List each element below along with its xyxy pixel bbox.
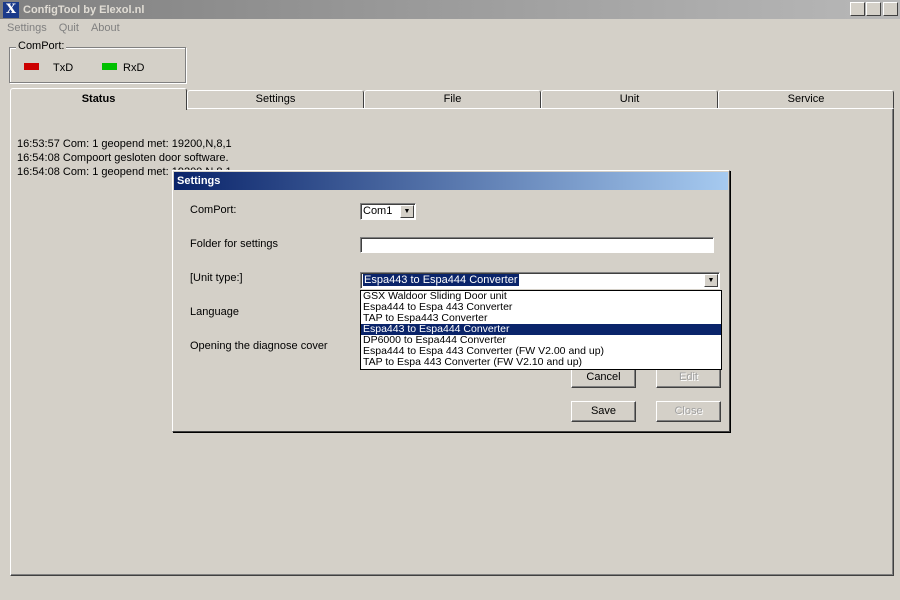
comport-select[interactable]: Com1 ▼ [360,203,416,220]
comport-groupbox: ComPort: TxD RxD [9,40,186,83]
menu-about[interactable]: About [83,22,124,34]
tab-status[interactable]: Status [10,88,187,110]
minimize-button[interactable]: _ [850,2,865,16]
chevron-down-icon[interactable]: ▼ [704,274,718,287]
dialog-title: Settings [174,172,728,190]
comport-value: Com1 [363,205,393,217]
unit-type-value: Espa443 to Espa444 Converter [363,274,519,286]
menu-bar: Settings Quit About [0,19,124,36]
rxd-indicator-icon [102,63,117,70]
unit-type-dropdown-list: GSX Waldoor Sliding Door unit Espa444 to… [360,290,722,370]
window-title: ConfigTool by Elexol.nl [23,3,145,16]
tab-settings[interactable]: Settings [187,90,364,109]
folder-input[interactable] [360,237,714,253]
window-titlebar: X ConfigTool by Elexol.nl _ □ × [0,0,900,19]
language-label: Language [190,306,239,318]
log-line: 16:53:57 Com: 1 geopend met: 19200,N,8,1 [17,138,232,150]
comport-label: ComPort: [190,204,237,216]
tab-file[interactable]: File [364,90,541,109]
unit-type-label: [Unit type:] [190,272,243,284]
menu-settings[interactable]: Settings [0,22,51,34]
rxd-label: RxD [123,62,145,74]
maximize-button[interactable]: □ [866,2,881,16]
log-line: 16:54:08 Compoort gesloten door software… [17,152,229,164]
window-controls: _ □ × [849,2,898,16]
cancel-button[interactable]: Cancel [571,367,636,388]
app-icon[interactable]: X [3,1,19,18]
save-button[interactable]: Save [571,401,636,422]
menu-quit[interactable]: Quit [51,22,83,34]
chevron-down-icon[interactable]: ▼ [400,205,414,218]
close-dialog-button[interactable]: Close [656,401,721,422]
txd-indicator-icon [24,63,39,70]
tab-unit[interactable]: Unit [541,90,718,109]
dropdown-option[interactable]: TAP to Espa 443 Converter (FW V2.10 and … [361,357,721,368]
settings-dialog: Settings ComPort: Com1 ▼ Folder for sett… [172,170,730,432]
diagnose-cover-label: Opening the diagnose cover [190,340,328,352]
close-button[interactable]: × [883,2,898,16]
comport-group-label: ComPort: [16,40,67,52]
unit-type-select[interactable]: Espa443 to Espa444 Converter ▼ [360,272,720,289]
edit-button[interactable]: Edit [656,367,721,388]
folder-label: Folder for settings [190,238,279,250]
tab-service[interactable]: Service [718,90,894,109]
txd-label: TxD [53,62,74,74]
